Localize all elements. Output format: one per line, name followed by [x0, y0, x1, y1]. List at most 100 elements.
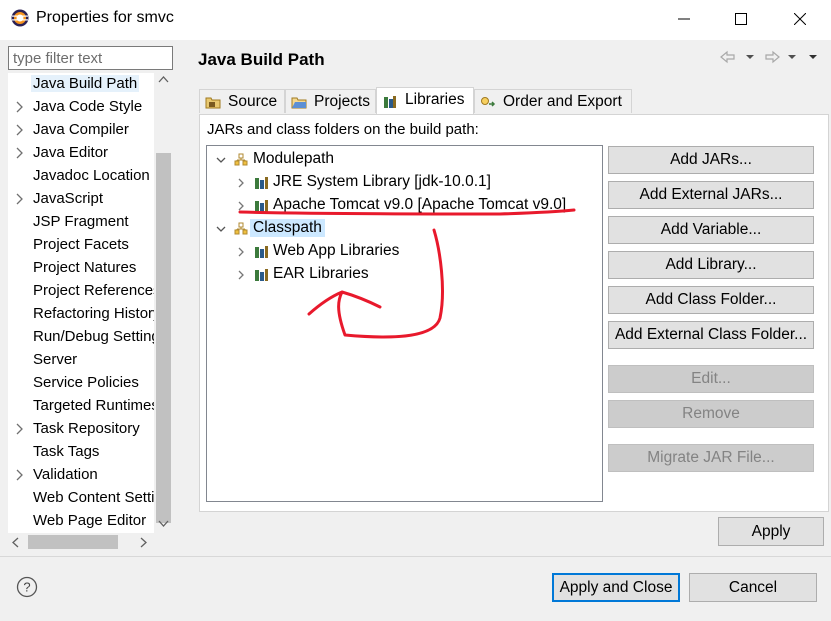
page-title: Java Build Path	[198, 50, 325, 69]
scroll-up-icon[interactable]	[158, 75, 169, 83]
tab-projects-label: Projects	[314, 93, 370, 110]
help-icon[interactable]: ?	[16, 576, 38, 598]
chevron-right-icon[interactable]	[15, 101, 25, 113]
add-jars-button[interactable]: Add JARs...	[608, 146, 814, 174]
sidebar-item[interactable]: Java Compiler	[8, 119, 154, 142]
filter-input[interactable]	[8, 46, 173, 70]
tab-libraries[interactable]: Libraries	[376, 87, 474, 115]
sidebar-item-label: Web Content Settings	[33, 489, 154, 506]
sidebar-vertical-scrollbar[interactable]	[154, 73, 173, 533]
back-dropdown-icon[interactable]	[746, 55, 754, 59]
scroll-right-icon[interactable]	[140, 537, 148, 548]
apply-and-close-button[interactable]: Apply and Close	[552, 573, 680, 602]
sidebar-item[interactable]: Project Natures	[8, 257, 154, 280]
chevron-down-icon[interactable]	[215, 154, 227, 166]
forward-dropdown-icon[interactable]	[788, 55, 796, 59]
sidebar-item[interactable]: Task Repository	[8, 418, 154, 441]
close-window-button[interactable]	[777, 0, 823, 38]
tree-item-label: Apache Tomcat v9.0 [Apache Tomcat v9.0]	[273, 196, 567, 213]
tree-item-label: Classpath	[250, 219, 325, 237]
tree-item-label: Web App Libraries	[273, 242, 400, 259]
migrate-jar-file-button[interactable]: Migrate JAR File...	[608, 444, 814, 472]
tab-order-and-export-label: Order and Export	[503, 93, 622, 110]
chevron-right-icon[interactable]	[235, 269, 247, 281]
add-external-jars-button[interactable]: Add External JARs...	[608, 181, 814, 209]
sidebar-item[interactable]: Web Page Editor	[8, 510, 154, 533]
sidebar-horizontal-scrollbar[interactable]	[8, 533, 173, 551]
history-navigation	[720, 50, 817, 64]
maximize-button[interactable]	[718, 0, 764, 38]
sidebar-hscroll-thumb[interactable]	[28, 535, 118, 549]
tree-item-label: Modulepath	[253, 150, 335, 167]
forward-icon[interactable]	[765, 50, 780, 64]
projects-folder-icon	[291, 97, 307, 109]
window-title: Properties for smvc	[36, 9, 174, 26]
sidebar-item[interactable]: Project References	[8, 280, 154, 303]
sidebar-item[interactable]: Web Content Settings	[8, 487, 154, 510]
apply-button[interactable]: Apply	[718, 517, 824, 546]
add-variable-button[interactable]: Add Variable...	[608, 216, 814, 244]
tab-order-and-export[interactable]: Order and Export	[474, 89, 632, 113]
preference-tree: Java Build Path Java Code Style Java Compi…	[8, 73, 173, 551]
chevron-right-icon[interactable]	[15, 423, 25, 435]
view-menu-icon[interactable]	[809, 55, 817, 59]
sidebar-item[interactable]: Validation	[8, 464, 154, 487]
sidebar-item[interactable]: Server	[8, 349, 154, 372]
sidebar-item[interactable]: Project Facets	[8, 234, 154, 257]
sidebar-item[interactable]: Targeted Runtimes	[8, 395, 154, 418]
sidebar-item[interactable]: Service Policies	[8, 372, 154, 395]
edit-button[interactable]: Edit...	[608, 365, 814, 393]
add-external-class-folder-button[interactable]: Add External Class Folder...	[608, 321, 814, 349]
sidebar-item[interactable]: Refactoring History	[8, 303, 154, 326]
libraries-icon	[384, 96, 396, 108]
build-path-tree[interactable]: Modulepath JRE System Library [jdk-10.0.…	[206, 145, 603, 502]
library-icon	[255, 177, 268, 189]
sidebar-item[interactable]: Java Editor	[8, 142, 154, 165]
order-export-icon	[481, 97, 496, 107]
sidebar-item-label: Run/Debug Settings	[33, 328, 154, 345]
remove-button[interactable]: Remove	[608, 400, 814, 428]
sidebar-item-label: Service Policies	[33, 374, 139, 391]
tree-item-label: JRE System Library [jdk-10.0.1]	[273, 173, 491, 190]
chevron-right-icon[interactable]	[15, 193, 25, 205]
tab-source[interactable]: Source	[199, 89, 285, 113]
sidebar-item[interactable]: JSP Fragment	[8, 211, 154, 234]
footer-separator	[0, 556, 831, 557]
chevron-right-icon[interactable]	[235, 200, 247, 212]
chevron-right-icon[interactable]	[235, 246, 247, 258]
sidebar-item-label: Java Code Style	[33, 98, 143, 115]
chevron-right-icon[interactable]	[15, 124, 25, 136]
tab-bar: Source Projects Libraries Order and Expo…	[199, 87, 829, 115]
scroll-left-icon[interactable]	[11, 537, 19, 548]
scroll-down-icon[interactable]	[158, 520, 169, 528]
sidebar-item[interactable]: Javadoc Location	[8, 165, 154, 188]
maximize-icon	[735, 13, 747, 25]
sidebar-item-label: Java Editor	[33, 144, 109, 161]
sidebar-item-label: JavaScript	[33, 190, 104, 207]
sidebar-item[interactable]: Task Tags	[8, 441, 154, 464]
add-library-button[interactable]: Add Library...	[608, 251, 814, 279]
minimize-button[interactable]	[661, 0, 707, 38]
sidebar-item-label: Project Natures	[33, 259, 137, 276]
tab-source-label: Source	[228, 93, 278, 110]
help-glyph: ?	[23, 580, 30, 595]
sidebar-item[interactable]: Java Code Style	[8, 96, 154, 119]
sidebar-item-label: Refactoring History	[33, 305, 154, 322]
sidebar-scroll-thumb[interactable]	[156, 153, 171, 523]
sidebar-item-label: Javadoc Location	[33, 167, 150, 184]
tab-projects[interactable]: Projects	[285, 89, 376, 113]
sidebar-item-label: Task Repository	[33, 420, 140, 437]
sidebar-item[interactable]: Run/Debug Settings	[8, 326, 154, 349]
sidebar-item-label: Project Facets	[33, 236, 129, 253]
add-class-folder-button[interactable]: Add Class Folder...	[608, 286, 814, 314]
back-icon[interactable]	[720, 50, 735, 64]
chevron-right-icon[interactable]	[15, 469, 25, 481]
sidebar-item[interactable]: JavaScript	[8, 188, 154, 211]
chevron-right-icon[interactable]	[15, 147, 25, 159]
sidebar-item[interactable]: Java Build Path	[8, 73, 154, 96]
chevron-down-icon[interactable]	[215, 223, 227, 235]
sidebar-item-label: Server	[33, 351, 78, 368]
eclipse-app-icon	[11, 9, 29, 27]
chevron-right-icon[interactable]	[235, 177, 247, 189]
cancel-button[interactable]: Cancel	[689, 573, 817, 602]
